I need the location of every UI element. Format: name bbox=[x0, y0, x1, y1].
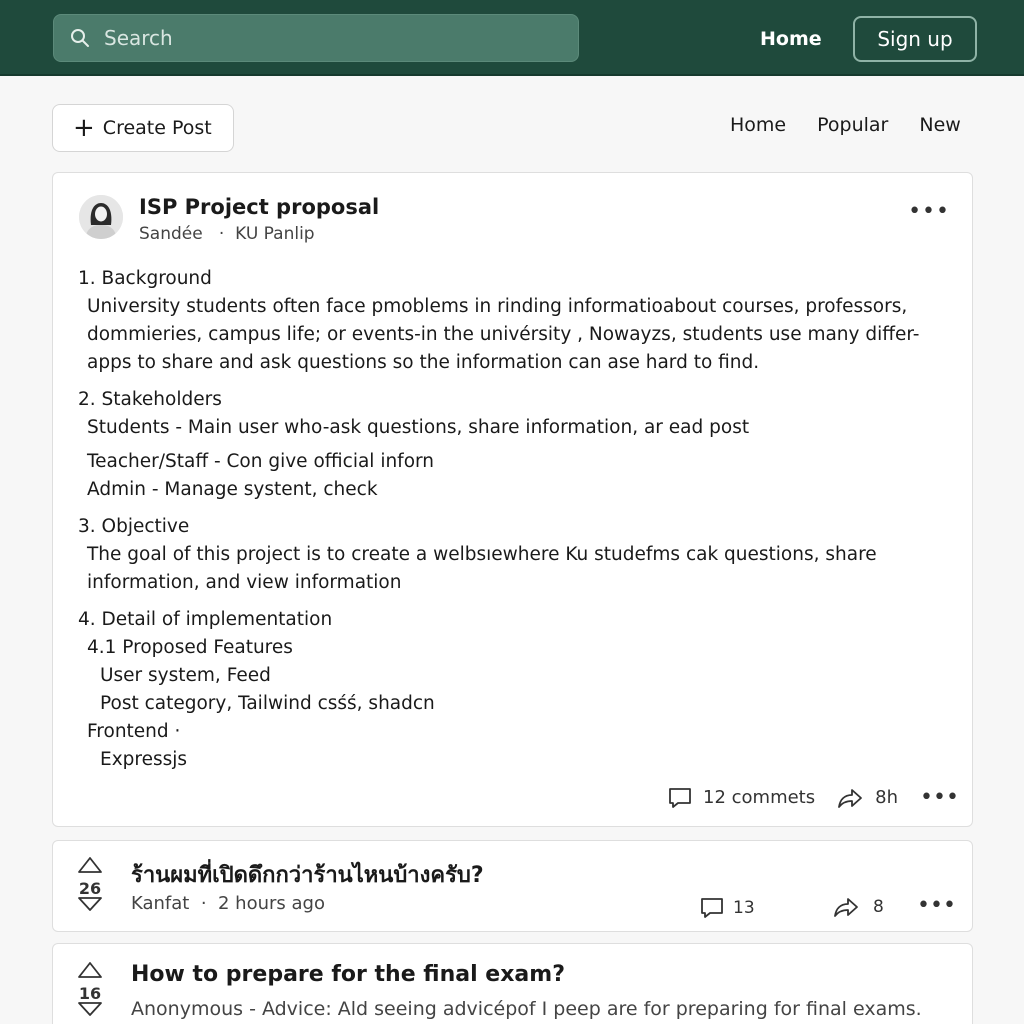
plus-icon: + bbox=[73, 113, 95, 143]
comment-icon bbox=[701, 898, 723, 918]
comment-count: 13 bbox=[733, 898, 755, 918]
feed-post-meta: Kanfat · 2 hours ago bbox=[131, 893, 325, 914]
comments-button[interactable]: 13 bbox=[699, 896, 755, 920]
post-title[interactable]: ISP Project proposal bbox=[139, 195, 379, 219]
share-icon bbox=[834, 898, 858, 917]
post-community[interactable]: KU Panlip bbox=[235, 224, 314, 244]
body-line: Post category, Tailwind csśś, shadcn bbox=[100, 693, 435, 714]
post-actions: 12 commets 8h ••• bbox=[667, 785, 959, 810]
more-options-icon[interactable]: ••• bbox=[908, 199, 950, 224]
body-line: Students - Main user who-ask questions, … bbox=[87, 417, 750, 438]
search-input[interactable]: Search bbox=[53, 14, 579, 62]
body-line: Frontend · bbox=[87, 721, 181, 742]
vote-widget: 16 bbox=[77, 960, 103, 1017]
body-line: apps to share and ask questions so the i… bbox=[87, 352, 760, 373]
vote-count: 16 bbox=[78, 984, 102, 1003]
create-post-button[interactable]: + Create Post bbox=[52, 104, 234, 152]
post-author[interactable]: Sandée bbox=[139, 224, 203, 244]
comment-count: 12 commets bbox=[703, 787, 816, 808]
body-line: Teacher/Staff - Con give official inforn bbox=[87, 451, 435, 472]
user-avatar-icon bbox=[79, 195, 123, 239]
comments-button[interactable]: 12 commets bbox=[667, 786, 815, 810]
body-line: Admin - Manage systent, check bbox=[87, 479, 378, 500]
downvote-icon[interactable] bbox=[77, 896, 103, 912]
share-button[interactable]: 8 bbox=[833, 896, 884, 918]
feed-tabs: Home Popular New bbox=[730, 114, 992, 136]
tab-new[interactable]: New bbox=[919, 114, 960, 136]
avatar[interactable] bbox=[79, 195, 123, 239]
tab-home[interactable]: Home bbox=[730, 114, 786, 136]
section-heading: 1. Background bbox=[78, 268, 212, 289]
feed-post-meta: Anonymous - Advice: Ald seeing advicépof… bbox=[131, 998, 922, 1020]
post-age: 8h bbox=[875, 787, 898, 808]
meta-separator: · bbox=[195, 893, 213, 914]
section-heading: 4. Detail of implementation bbox=[78, 609, 333, 630]
body-line: 4.1 Proposed Features bbox=[87, 637, 293, 658]
post-author[interactable]: Kanfat bbox=[131, 893, 189, 914]
vote-widget: 26 bbox=[77, 855, 103, 912]
feed-post-card: 26 ร้านผมที่เปิดดึกกว่าร้านไหนบ้างครับ? … bbox=[52, 840, 973, 932]
post-time: 2 hours ago bbox=[218, 893, 325, 914]
body-line: University students often face pmoblems … bbox=[87, 296, 908, 317]
feed-post-title[interactable]: How to prepare for the final exam? bbox=[131, 962, 565, 987]
vote-count: 26 bbox=[78, 879, 102, 898]
nav-home-link[interactable]: Home bbox=[760, 28, 822, 50]
comment-icon bbox=[669, 787, 691, 808]
section-heading: 2. Stakeholders bbox=[78, 389, 222, 410]
upvote-icon[interactable] bbox=[77, 855, 103, 875]
post-card: ISP Project proposal Sandée · KU Panlip … bbox=[52, 172, 973, 827]
post-body: 1. Background University students often … bbox=[78, 265, 932, 774]
search-placeholder: Search bbox=[104, 26, 173, 50]
more-options-icon[interactable]: ••• bbox=[920, 785, 959, 810]
create-post-label: Create Post bbox=[102, 117, 212, 139]
body-line: information, and view information bbox=[87, 572, 402, 593]
top-bar: Search Home Sign up bbox=[0, 0, 1024, 76]
search-icon bbox=[71, 29, 89, 47]
feed-post-card: 16 How to prepare for the final exam? An… bbox=[52, 943, 973, 1024]
body-line: Expressjs bbox=[100, 749, 188, 770]
body-line: dommieries, campus life; or events-in th… bbox=[87, 324, 920, 345]
share-button[interactable]: 8h bbox=[837, 787, 898, 809]
body-line: The goal of this project is to create a … bbox=[87, 544, 877, 565]
tab-popular[interactable]: Popular bbox=[817, 114, 888, 136]
body-line: User system, Feed bbox=[100, 665, 271, 686]
section-heading: 3. Objective bbox=[78, 516, 190, 537]
sign-up-button[interactable]: Sign up bbox=[853, 16, 977, 62]
share-count: 8 bbox=[873, 897, 884, 917]
downvote-icon[interactable] bbox=[77, 1001, 103, 1017]
upvote-icon[interactable] bbox=[77, 960, 103, 980]
share-icon bbox=[838, 788, 863, 808]
feed-post-title[interactable]: ร้านผมที่เปิดดึกกว่าร้านไหนบ้างครับ? bbox=[131, 857, 484, 892]
more-options-icon[interactable]: ••• bbox=[917, 893, 956, 918]
post-meta: Sandée · KU Panlip bbox=[139, 224, 315, 244]
meta-separator: · bbox=[208, 224, 230, 244]
